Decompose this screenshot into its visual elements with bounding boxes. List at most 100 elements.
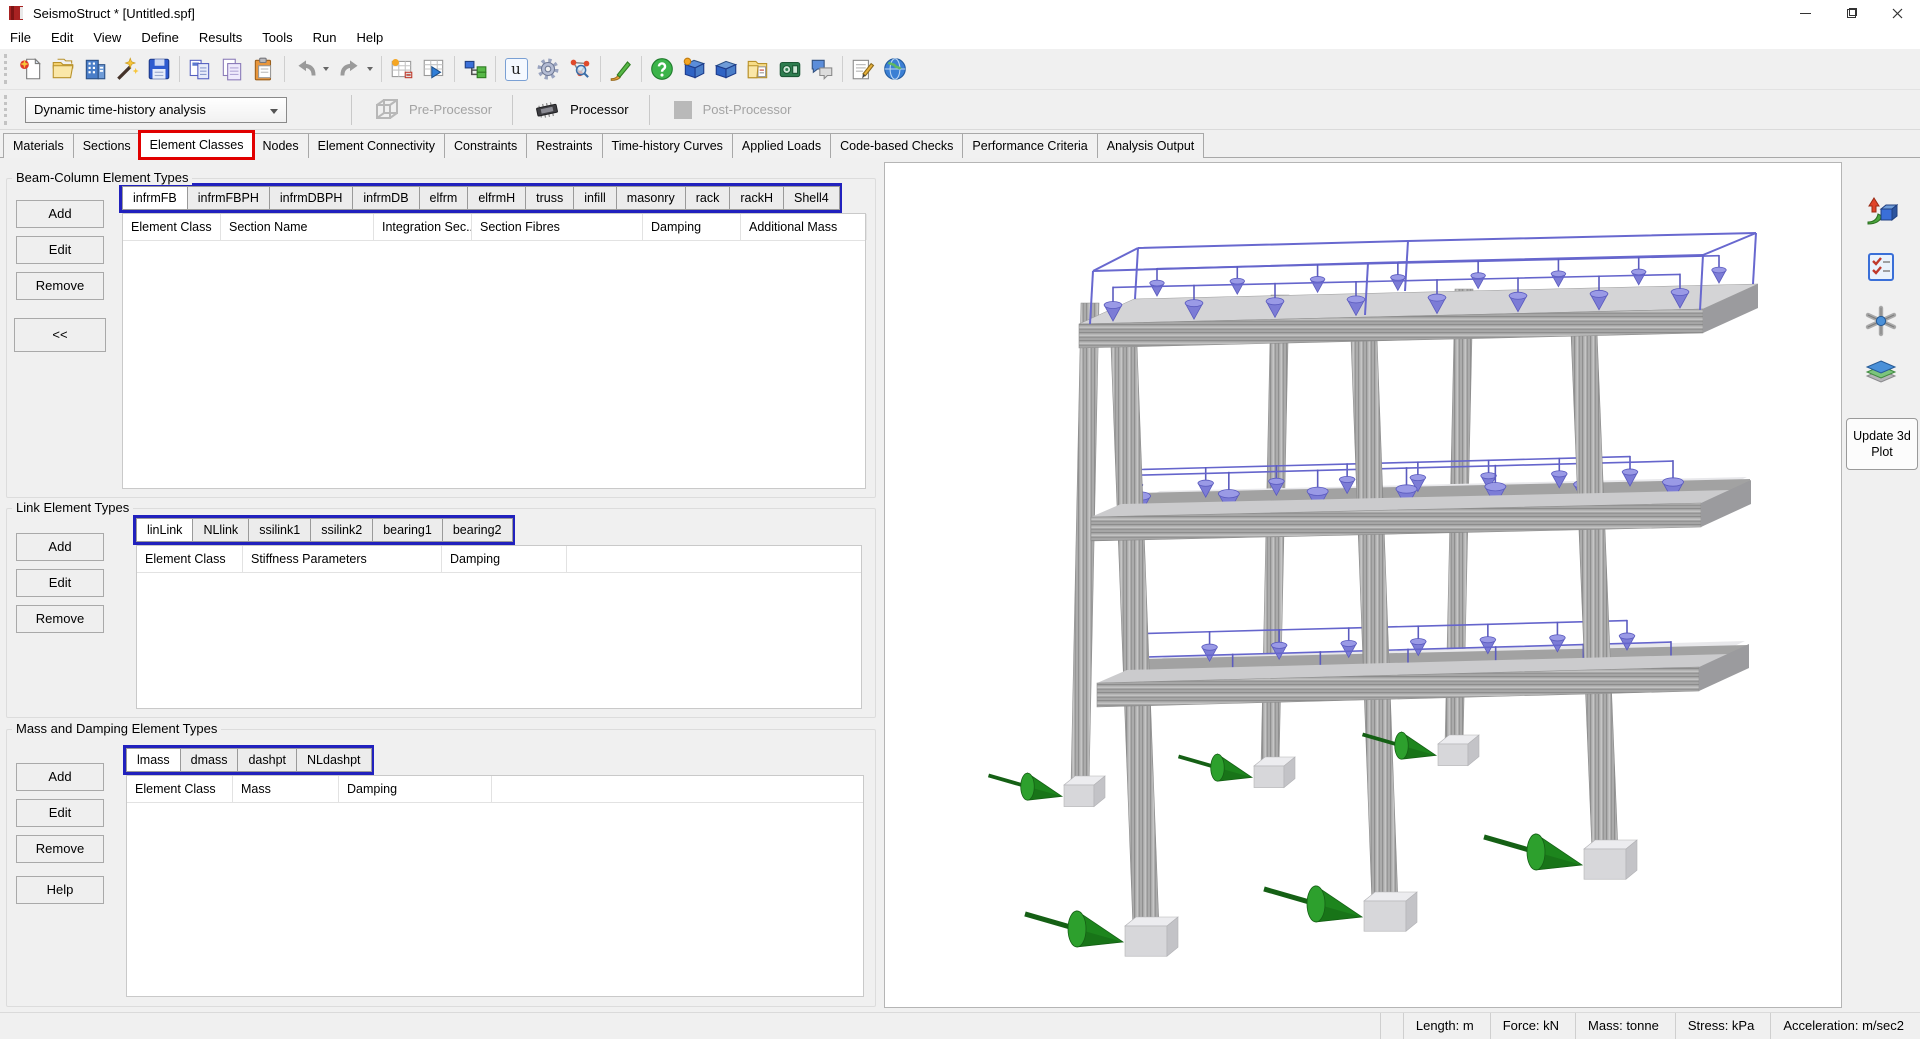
building-icon[interactable] xyxy=(79,53,111,85)
tutorial-book-icon[interactable] xyxy=(678,53,710,85)
column-header[interactable]: Additional Mass xyxy=(741,214,867,240)
column-header[interactable]: Stiffness Parameters xyxy=(243,546,442,572)
subtab[interactable]: dashpt xyxy=(237,748,297,772)
unit-converter-icon[interactable]: u xyxy=(500,53,532,85)
beam-column-edit-button[interactable]: Edit xyxy=(16,236,104,264)
update-3d-plot-button[interactable]: Update 3d Plot xyxy=(1846,418,1918,470)
subtab[interactable]: elfrm xyxy=(419,186,469,210)
subtab[interactable]: Shell4 xyxy=(783,186,840,210)
main-tab[interactable]: Time-history Curves xyxy=(602,133,733,158)
forum-icon[interactable] xyxy=(806,53,838,85)
pre-processor-button[interactable]: Pre-Processor xyxy=(362,91,502,129)
redo-dropdown-caret[interactable] xyxy=(367,67,373,71)
subtab[interactable]: NLdashpt xyxy=(296,748,372,772)
analysis-type-dropdown[interactable]: Dynamic time-history analysis xyxy=(25,97,287,123)
main-tab[interactable]: Code-based Checks xyxy=(830,133,963,158)
mass-remove-button[interactable]: Remove xyxy=(16,835,104,863)
column-header[interactable]: Damping xyxy=(339,776,492,802)
main-tab[interactable]: Sections xyxy=(73,133,141,158)
menu-item[interactable]: Run xyxy=(303,27,347,48)
column-header[interactable]: Section Fibres xyxy=(472,214,643,240)
new-project-icon[interactable] xyxy=(15,53,47,85)
minimize-button[interactable] xyxy=(1782,0,1828,26)
layers-icon[interactable] xyxy=(1862,354,1900,392)
subtab[interactable]: infrmFB xyxy=(122,186,188,210)
format-brush-icon[interactable] xyxy=(605,53,637,85)
subtab[interactable]: linLink xyxy=(136,518,193,542)
table-wizard-icon[interactable] xyxy=(386,53,418,85)
subtab[interactable]: bearing2 xyxy=(442,518,513,542)
subtab[interactable]: rackH xyxy=(729,186,784,210)
menu-item[interactable]: View xyxy=(83,27,131,48)
subtab[interactable]: infrmFBPH xyxy=(187,186,270,210)
mass-add-button[interactable]: Add xyxy=(16,763,104,791)
menu-item[interactable]: Edit xyxy=(41,27,83,48)
subtab[interactable]: elfrmH xyxy=(467,186,526,210)
undo-dropdown-caret[interactable] xyxy=(323,67,329,71)
paste-icon[interactable] xyxy=(248,53,280,85)
column-header[interactable]: Element Class xyxy=(123,214,221,240)
close-button[interactable] xyxy=(1874,0,1920,26)
link-edit-button[interactable]: Edit xyxy=(16,569,104,597)
menu-item[interactable]: Define xyxy=(131,27,189,48)
processor-button[interactable]: Processor xyxy=(523,91,639,129)
main-tab[interactable]: Restraints xyxy=(526,133,602,158)
main-tab[interactable]: Materials xyxy=(3,133,74,158)
mass-edit-button[interactable]: Edit xyxy=(16,799,104,827)
3d-viewport[interactable] xyxy=(884,162,1842,1008)
column-header[interactable]: Element Class xyxy=(137,546,243,572)
beam-column-remove-button[interactable]: Remove xyxy=(16,272,104,300)
release-notes-icon[interactable] xyxy=(847,53,879,85)
column-header[interactable]: Element Class xyxy=(127,776,233,802)
subtab[interactable]: rack xyxy=(685,186,731,210)
subtab[interactable]: ssilink1 xyxy=(248,518,311,542)
model-viewer-icon[interactable] xyxy=(564,53,596,85)
manual-book-icon[interactable] xyxy=(710,53,742,85)
subtab[interactable]: bearing1 xyxy=(372,518,443,542)
menu-item[interactable]: Tools xyxy=(252,27,302,48)
redo-icon[interactable] xyxy=(333,53,377,85)
subtab[interactable]: infrmDB xyxy=(352,186,419,210)
maximize-button[interactable] xyxy=(1828,0,1874,26)
subtab[interactable]: masonry xyxy=(616,186,686,210)
post-processor-button[interactable]: Post-Processor xyxy=(660,93,802,127)
main-tab[interactable]: Performance Criteria xyxy=(962,133,1097,158)
view-cube-icon[interactable] xyxy=(1862,192,1900,230)
link-remove-button[interactable]: Remove xyxy=(16,605,104,633)
axes-icon[interactable] xyxy=(1862,302,1900,340)
column-header[interactable]: Section Name xyxy=(221,214,374,240)
help-button[interactable]: Help xyxy=(16,876,104,904)
beam-column-add-button[interactable]: Add xyxy=(16,200,104,228)
subtab[interactable]: dmass xyxy=(180,748,239,772)
link-add-button[interactable]: Add xyxy=(16,533,104,561)
wizard-icon[interactable] xyxy=(111,53,143,85)
column-header[interactable]: Mass xyxy=(233,776,339,802)
menu-item[interactable]: File xyxy=(0,27,41,48)
menu-item[interactable]: Results xyxy=(189,27,252,48)
export-doc-icon[interactable] xyxy=(184,53,216,85)
media-icon[interactable] xyxy=(774,53,806,85)
subtab[interactable]: NLlink xyxy=(192,518,249,542)
column-header[interactable]: Damping xyxy=(442,546,567,572)
collapse-panel-button[interactable]: << xyxy=(14,318,106,352)
subtab[interactable]: lmass xyxy=(126,748,181,772)
undo-icon[interactable] xyxy=(289,53,333,85)
menu-item[interactable]: Help xyxy=(346,27,393,48)
checklist-icon[interactable] xyxy=(1862,248,1900,286)
settings-gear-icon[interactable] xyxy=(532,53,564,85)
main-tab[interactable]: Analysis Output xyxy=(1097,133,1205,158)
main-tab[interactable]: Element Connectivity xyxy=(308,133,445,158)
subtab[interactable]: infrmDBPH xyxy=(269,186,354,210)
subtab[interactable]: truss xyxy=(525,186,574,210)
main-tab[interactable]: Applied Loads xyxy=(732,133,831,158)
open-project-icon[interactable] xyxy=(47,53,79,85)
subtab[interactable]: infill xyxy=(573,186,617,210)
help-icon[interactable] xyxy=(646,53,678,85)
column-header[interactable]: Integration Sec... xyxy=(374,214,472,240)
hierarchy-icon[interactable] xyxy=(459,53,491,85)
main-tab[interactable]: Constraints xyxy=(444,133,527,158)
examples-folder-icon[interactable] xyxy=(742,53,774,85)
main-tab[interactable]: Element Classes xyxy=(140,132,254,158)
main-tab[interactable]: Nodes xyxy=(252,133,308,158)
save-icon[interactable] xyxy=(143,53,175,85)
